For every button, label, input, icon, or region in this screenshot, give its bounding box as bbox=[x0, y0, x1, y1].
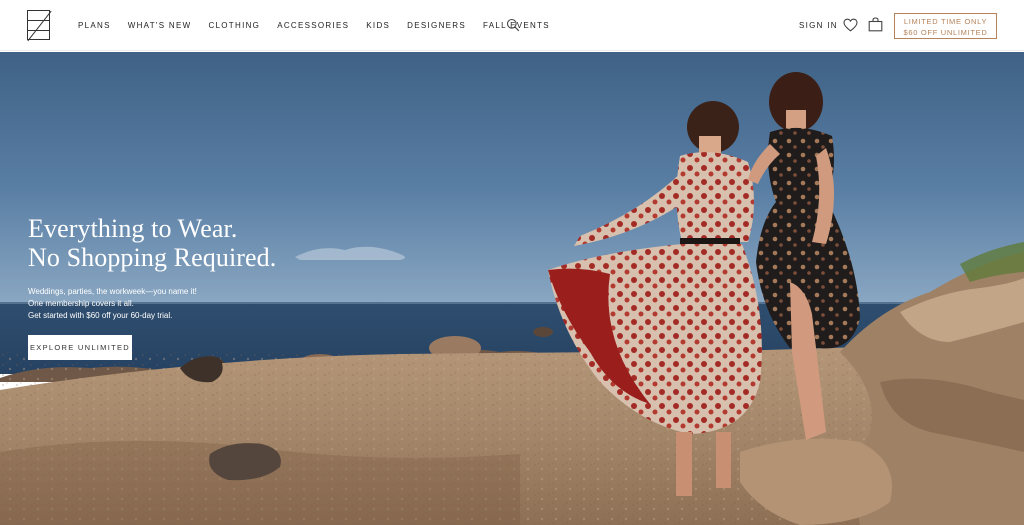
sign-in-link[interactable]: SIGN IN bbox=[799, 21, 838, 30]
promo-button[interactable]: LIMITED TIME ONLY $60 OFF UNLIMITED bbox=[894, 13, 997, 39]
hero-subcopy-line: Get started with $60 off your 60-day tri… bbox=[28, 311, 173, 320]
heart-icon[interactable] bbox=[843, 18, 858, 32]
nav-item-kids[interactable]: KIDS bbox=[366, 21, 390, 30]
nav-item-clothing[interactable]: CLOTHING bbox=[208, 21, 260, 30]
explore-unlimited-button[interactable]: EXPLORE UNLIMITED bbox=[28, 335, 132, 360]
main-nav: PLANS WHAT'S NEW CLOTHING ACCESSORIES KI… bbox=[78, 0, 567, 51]
nav-item-plans[interactable]: PLANS bbox=[78, 21, 111, 30]
nav-item-accessories[interactable]: ACCESSORIES bbox=[277, 21, 349, 30]
hero-headline-line-2: No Shopping Required. bbox=[28, 243, 277, 272]
logo-slash bbox=[27, 10, 52, 42]
promo-line-2: $60 OFF UNLIMITED bbox=[903, 28, 988, 37]
shopping-bag-icon[interactable] bbox=[868, 17, 883, 32]
nav-item-whats-new[interactable]: WHAT'S NEW bbox=[128, 21, 192, 30]
logo-divider bbox=[28, 20, 49, 21]
hero-banner: Everything to Wear. No Shopping Required… bbox=[0, 52, 1024, 525]
hero-headline-line-1: Everything to Wear. bbox=[28, 214, 238, 243]
logo-divider bbox=[28, 30, 49, 31]
hero-subcopy-line: One membership covers it all. bbox=[28, 299, 134, 308]
promo-line-1: LIMITED TIME ONLY bbox=[903, 17, 988, 26]
rtr-logo-icon[interactable] bbox=[27, 10, 52, 42]
site-header: PLANS WHAT'S NEW CLOTHING ACCESSORIES KI… bbox=[0, 0, 1024, 51]
hero-subcopy: Weddings, parties, the workweek—you name… bbox=[28, 286, 276, 322]
nav-item-designers[interactable]: DESIGNERS bbox=[407, 21, 466, 30]
hero-subcopy-line: Weddings, parties, the workweek—you name… bbox=[28, 287, 197, 296]
hero-copy: Everything to Wear. No Shopping Required… bbox=[28, 214, 276, 360]
hero-headline: Everything to Wear. No Shopping Required… bbox=[28, 214, 276, 272]
search-icon[interactable] bbox=[506, 18, 520, 32]
